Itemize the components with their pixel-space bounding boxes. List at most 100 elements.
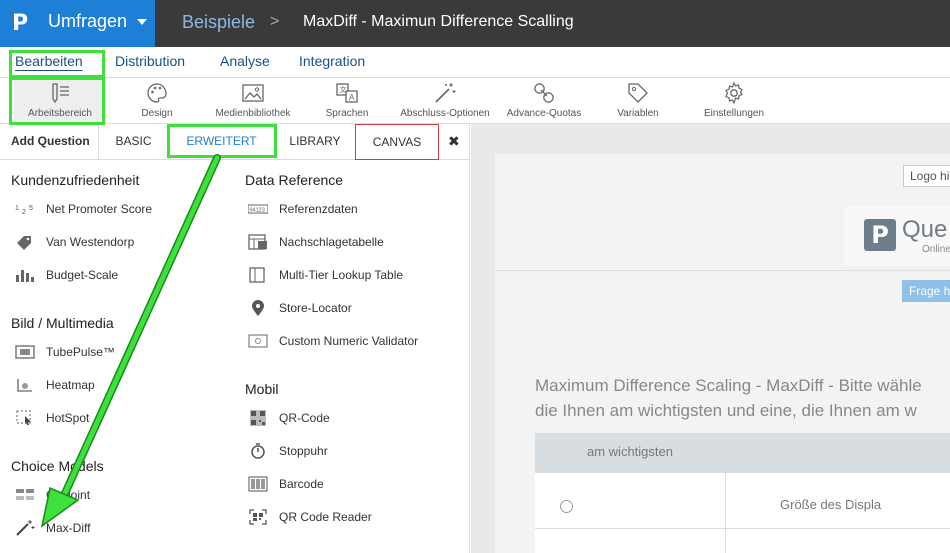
- svg-text:2: 2: [22, 209, 26, 216]
- item-label: TubePulse™: [46, 345, 115, 359]
- pencil-lines-icon: [52, 83, 69, 104]
- tool-abschluss-optionen[interactable]: Abschluss-Optionen: [396, 78, 494, 124]
- tab-bearbeiten[interactable]: Bearbeiten: [15, 53, 83, 69]
- magic-wand-icon: [435, 83, 456, 103]
- logo-subtitle: Online: [922, 244, 950, 255]
- tool-label: Einstellungen: [703, 108, 765, 119]
- grid-radio-button[interactable]: [560, 500, 573, 513]
- svg-text:1: 1: [15, 205, 19, 212]
- price-tag-icon: [17, 236, 31, 250]
- item-label: QR Code Reader: [279, 510, 372, 524]
- grid-header-most-important: am wichtigsten: [587, 444, 673, 459]
- gear-icon: [725, 81, 743, 105]
- item-label: Stoppuhr: [279, 444, 328, 458]
- barcode-icon: [248, 476, 268, 492]
- reference-data-icon: 94123: [248, 204, 268, 214]
- caret-down-icon: [137, 19, 147, 25]
- top-bar: P Umfragen Beispiele > MaxDiff - Maximun…: [0, 0, 950, 47]
- section-title-kundenzufriedenheit: Kundenzufriedenheit: [11, 172, 140, 188]
- survey-canvas-area: Logo hi P Que Online Frage hi Maximum Di…: [471, 124, 950, 553]
- app-title: Umfragen: [48, 11, 128, 31]
- tab-basic[interactable]: BASIC: [98, 124, 168, 160]
- numeric-validator-icon: [248, 334, 268, 348]
- section-title-data-reference: Data Reference: [245, 172, 344, 188]
- bar-chart-icon: [16, 270, 34, 282]
- tool-label: Abschluss-Optionen: [400, 108, 490, 119]
- survey-logo: P Que Online: [844, 206, 950, 266]
- item-label: QR-Code: [279, 411, 330, 425]
- breadcrumb-link-beispiele[interactable]: Beispiele: [182, 12, 255, 33]
- tool-label: Advance-Quotas: [506, 108, 582, 119]
- grid-header: am wichtigsten: [535, 433, 950, 473]
- multi-tier-icon: [249, 267, 265, 283]
- main-tabs: Bearbeiten Distribution Analyse Integrat…: [0, 47, 950, 78]
- add-question-panel: Add Question BASIC ERWEITERT LIBRARY CAN…: [0, 124, 470, 553]
- tab-library[interactable]: LIBRARY: [274, 124, 355, 160]
- item-label: Barcode: [279, 477, 324, 491]
- image-icon: [242, 84, 264, 102]
- section-title-mobil: Mobil: [245, 381, 279, 397]
- svg-text:94123: 94123: [250, 208, 265, 214]
- map-pin-icon: [252, 300, 264, 316]
- tool-label: Design: [141, 108, 173, 119]
- app-logo-icon: P: [12, 11, 29, 36]
- item-label: Custom Numeric Validator: [279, 334, 419, 348]
- film-icon: [15, 345, 35, 359]
- tag-icon: [628, 83, 648, 103]
- stopwatch-icon: [251, 443, 265, 459]
- tab-erweitert[interactable]: ERWEITERT: [168, 124, 274, 160]
- tool-sprachen[interactable]: 文A Sprachen: [318, 78, 376, 124]
- item-label: Net Promoter Score: [46, 202, 153, 216]
- palette-icon: [147, 83, 167, 103]
- tool-label: Sprachen: [325, 108, 369, 119]
- tool-label: Variablen: [617, 108, 659, 119]
- add-question-label: Add Question: [11, 134, 90, 148]
- section-title-bild-multimedia: Bild / Multimedia: [11, 315, 114, 331]
- item-label: Van Westendorp: [46, 235, 135, 249]
- tab-integration[interactable]: Integration: [299, 53, 365, 69]
- heatmap-icon: [17, 379, 32, 392]
- tool-medienbibliothek[interactable]: Medienbibliothek: [207, 78, 299, 124]
- item-label: Store-Locator: [279, 301, 352, 315]
- grid-divider: [725, 473, 726, 553]
- svg-text:A: A: [349, 93, 355, 102]
- section-title-choice-models: Choice Models: [11, 458, 104, 474]
- svg-text:5: 5: [29, 205, 33, 212]
- conjoint-icon: [16, 489, 34, 500]
- toolbar: Arbeitsbereich Design Medienbibliothek 文…: [0, 78, 950, 124]
- tool-label: Medienbibliothek: [215, 108, 291, 119]
- translate-icon: 文A: [336, 83, 358, 103]
- tool-einstellungen[interactable]: Einstellungen: [700, 78, 768, 124]
- app-switcher-button[interactable]: P Umfragen: [0, 0, 155, 47]
- item-label: Nachschlagetabelle: [279, 235, 384, 249]
- tool-advance-quotas[interactable]: Advance-Quotas: [503, 78, 585, 124]
- item-label: HotSpot: [46, 411, 90, 425]
- close-icon[interactable]: ✖: [448, 133, 460, 150]
- question-text[interactable]: Maximum Difference Scaling - MaxDiff - B…: [535, 373, 950, 423]
- breadcrumb-current: MaxDiff - Maximun Difference Scalling: [303, 13, 574, 30]
- maxdiff-grid: am wichtigsten: [535, 433, 950, 553]
- svg-text:文: 文: [340, 85, 347, 94]
- breadcrumb-separator: >: [270, 13, 280, 30]
- nps-scale-icon: 125: [15, 205, 33, 216]
- item-label: Conjoint: [46, 488, 91, 502]
- hotspot-icon: [16, 410, 31, 425]
- item-label: Max-Diff: [46, 521, 91, 535]
- tool-arbeitsbereich[interactable]: Arbeitsbereich: [14, 78, 106, 124]
- question-text-line: Maximum Difference Scaling - MaxDiff - B…: [535, 376, 922, 395]
- tab-distribution[interactable]: Distribution: [115, 53, 185, 69]
- logo-hint-button[interactable]: Logo hi: [903, 165, 950, 187]
- tab-canvas[interactable]: CANVAS: [355, 124, 439, 160]
- frage-hinzufuegen-button[interactable]: Frage hi: [902, 280, 950, 302]
- qr-reader-icon: [249, 509, 267, 525]
- link-icon: [534, 83, 554, 103]
- grid-cell-text: Größe des Displa: [780, 497, 882, 512]
- question-text-line: die Ihnen am wichtigsten und eine, die I…: [535, 401, 917, 420]
- question-tabs: Add Question BASIC ERWEITERT LIBRARY CAN…: [0, 124, 470, 160]
- tab-analyse[interactable]: Analyse: [220, 53, 270, 69]
- qr-code-icon: [250, 410, 266, 426]
- item-label: Referenzdaten: [279, 202, 358, 216]
- divider: [495, 270, 950, 271]
- tool-variablen[interactable]: Variablen: [610, 78, 666, 124]
- tool-design[interactable]: Design: [127, 78, 187, 124]
